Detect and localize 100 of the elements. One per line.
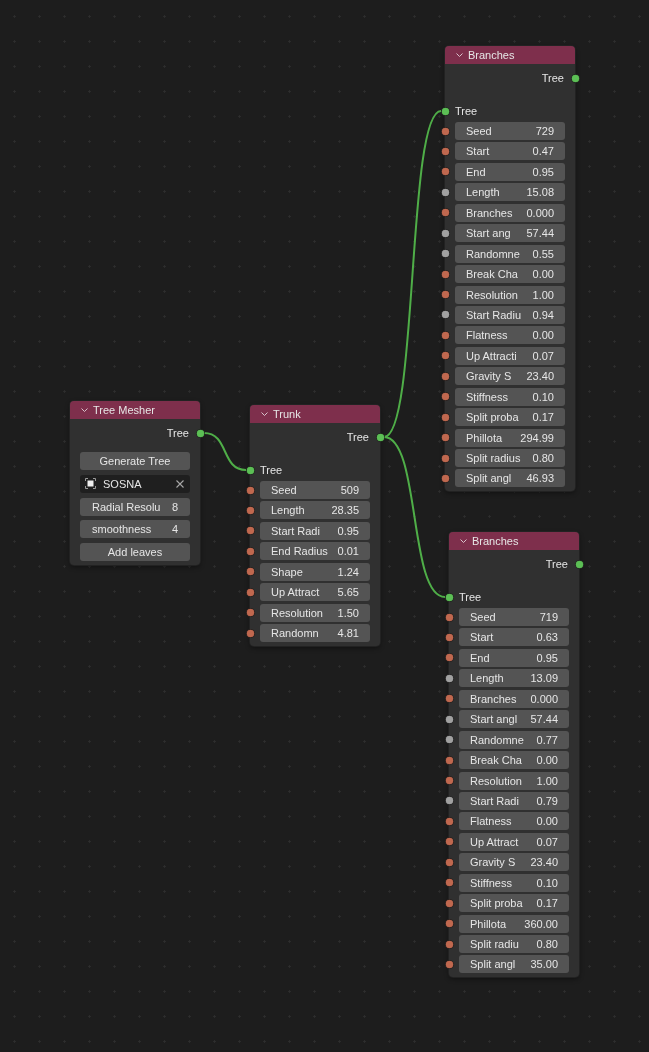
number-field[interactable]: Randomne 0.77 [459, 730, 569, 749]
socket-icon[interactable] [440, 106, 450, 116]
number-field[interactable]: Up Attract 5.65 [260, 583, 370, 602]
number-field[interactable]: Phillota 360.00 [459, 914, 569, 933]
number-field[interactable]: Split angl 46.93 [455, 469, 565, 488]
socket-icon[interactable] [444, 959, 454, 969]
close-icon[interactable] [176, 479, 184, 488]
number-field[interactable]: Start 0.47 [455, 142, 565, 161]
number-field[interactable]: Length 28.35 [260, 501, 370, 520]
socket-icon[interactable] [440, 208, 450, 218]
number-field[interactable]: End 0.95 [455, 162, 565, 181]
number-field[interactable]: Seed 509 [260, 481, 370, 499]
number-field[interactable]: Seed 719 [459, 608, 569, 626]
number-field[interactable]: Split proba 0.17 [455, 408, 565, 427]
number-field[interactable]: Radial Resolu 8 [80, 497, 190, 516]
node-button[interactable]: Generate Tree [80, 452, 190, 470]
socket-icon[interactable] [440, 310, 450, 320]
socket-icon[interactable] [444, 592, 454, 602]
node-header[interactable]: Trunk [250, 405, 380, 423]
socket-icon[interactable] [245, 567, 255, 577]
socket-icon[interactable] [245, 465, 255, 475]
socket-icon[interactable] [245, 505, 255, 515]
number-field[interactable]: Branches 0.000 [459, 689, 569, 708]
socket-icon[interactable] [440, 392, 450, 402]
socket-icon[interactable] [444, 796, 454, 806]
node-header[interactable]: Tree Mesher [70, 401, 200, 419]
number-field[interactable]: Seed 729 [455, 122, 565, 140]
socket-icon[interactable] [444, 816, 454, 826]
number-field[interactable]: Resolution 1.00 [459, 771, 569, 790]
socket-icon[interactable] [245, 546, 255, 556]
socket-icon[interactable] [440, 453, 450, 463]
socket-icon[interactable] [440, 249, 450, 259]
number-field[interactable]: End Radius 0.01 [260, 542, 370, 561]
socket-icon[interactable] [440, 371, 450, 381]
number-field[interactable]: Start 0.63 [459, 628, 569, 647]
chevron-icon[interactable] [261, 412, 268, 416]
socket-icon[interactable] [444, 653, 454, 663]
socket-icon[interactable] [444, 939, 454, 949]
socket-icon[interactable] [440, 412, 450, 422]
socket-icon[interactable] [444, 632, 454, 642]
socket-icon[interactable] [440, 269, 450, 279]
socket-icon[interactable] [444, 898, 454, 908]
socket-icon[interactable] [245, 485, 255, 495]
number-field[interactable]: Start Radi 0.95 [260, 521, 370, 540]
number-field[interactable]: Branches 0.000 [455, 203, 565, 222]
number-field[interactable]: Flatness 0.00 [459, 812, 569, 831]
socket-icon[interactable] [444, 919, 454, 929]
number-field[interactable]: Length 13.09 [459, 669, 569, 688]
number-field[interactable]: Start Radi 0.79 [459, 791, 569, 810]
socket-icon[interactable] [440, 167, 450, 177]
node-header[interactable]: Branches [449, 532, 579, 550]
number-field[interactable]: End 0.95 [459, 648, 569, 667]
node-button[interactable]: Add leaves [80, 543, 190, 561]
socket-icon[interactable] [440, 126, 450, 136]
number-field[interactable]: Stiffness 0.10 [455, 387, 565, 406]
chevron-icon[interactable] [456, 53, 463, 57]
number-field[interactable]: Resolution 1.50 [260, 603, 370, 622]
number-field[interactable]: Length 15.08 [455, 183, 565, 202]
number-field[interactable]: Shape 1.24 [260, 562, 370, 581]
number-field[interactable]: Resolution 1.00 [455, 285, 565, 304]
number-field[interactable]: Break Cha 0.00 [459, 751, 569, 770]
socket-icon[interactable] [245, 608, 255, 618]
number-field[interactable]: Split angl 35.00 [459, 955, 569, 974]
socket-icon[interactable] [440, 228, 450, 238]
socket-icon[interactable] [440, 351, 450, 361]
number-field[interactable]: Gravity S 23.40 [459, 853, 569, 872]
socket-icon[interactable] [440, 433, 450, 443]
socket-icon[interactable] [444, 837, 454, 847]
socket-icon[interactable] [444, 755, 454, 765]
number-field[interactable]: Randomn 4.81 [260, 624, 370, 643]
number-field[interactable]: Phillota 294.99 [455, 428, 565, 447]
socket-icon[interactable] [444, 857, 454, 867]
chevron-icon[interactable] [81, 408, 88, 412]
number-field[interactable]: Start ang 57.44 [455, 224, 565, 243]
socket-icon[interactable] [574, 559, 584, 569]
socket-icon[interactable] [195, 428, 205, 438]
socket-icon[interactable] [444, 673, 454, 683]
socket-icon[interactable] [440, 330, 450, 340]
number-field[interactable]: Up Attracti 0.07 [455, 346, 565, 365]
socket-icon[interactable] [570, 73, 580, 83]
chevron-icon[interactable] [460, 539, 467, 543]
number-field[interactable]: Gravity S 23.40 [455, 367, 565, 386]
number-field[interactable]: Split radius 0.80 [455, 449, 565, 467]
number-field[interactable]: Stiffness 0.10 [459, 873, 569, 892]
socket-icon[interactable] [444, 694, 454, 704]
socket-icon[interactable] [375, 432, 385, 442]
number-field[interactable]: Split radiu 0.80 [459, 935, 569, 953]
socket-icon[interactable] [245, 526, 255, 536]
socket-icon[interactable] [444, 735, 454, 745]
socket-icon[interactable] [245, 628, 255, 638]
number-field[interactable]: Start Radiu 0.94 [455, 305, 565, 324]
number-field[interactable]: smoothness 4 [80, 520, 190, 539]
object-field[interactable]: SOSNA [80, 474, 190, 493]
socket-icon[interactable] [440, 473, 450, 483]
number-field[interactable]: Up Attract 0.07 [459, 832, 569, 851]
number-field[interactable]: Randomne 0.55 [455, 244, 565, 263]
socket-icon[interactable] [245, 587, 255, 597]
socket-icon[interactable] [444, 776, 454, 785]
socket-icon[interactable] [440, 187, 450, 197]
socket-icon[interactable] [444, 878, 454, 888]
